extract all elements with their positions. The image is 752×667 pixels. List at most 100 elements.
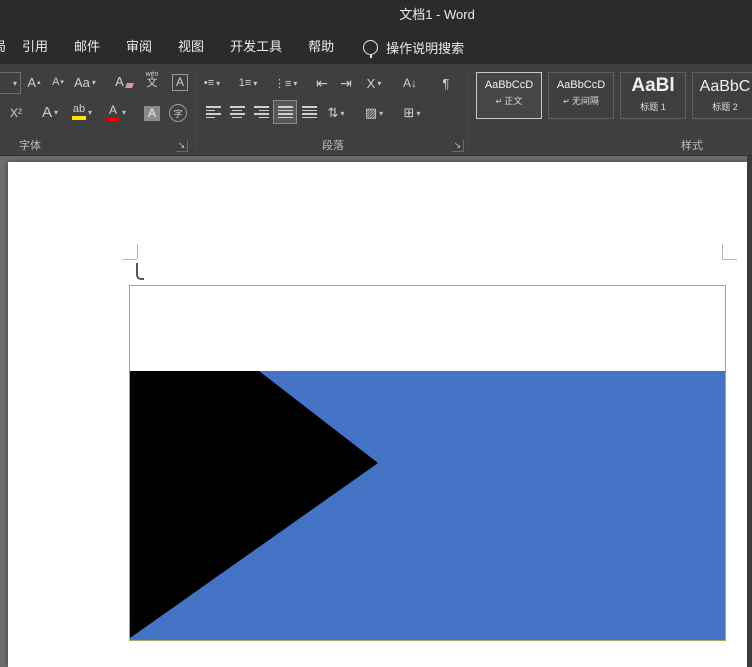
- style-normal[interactable]: AaBbCcD ↵正文: [476, 72, 542, 119]
- tab-mailings[interactable]: 邮件: [61, 30, 113, 64]
- numbering-button[interactable]: 1≡ ▾: [238, 71, 258, 95]
- style-name: 标题 2: [712, 102, 738, 112]
- change-case-button[interactable]: Aa ▾: [74, 70, 96, 94]
- title-bar: 文档1 - Word: [0, 0, 752, 30]
- chevron-down-icon: ▾: [92, 78, 96, 87]
- grow-font-button[interactable]: A▴: [24, 70, 44, 94]
- font-size-combo[interactable]: ▾: [0, 72, 21, 94]
- character-border-icon: A: [172, 74, 188, 91]
- sort-icon: A↓: [403, 76, 417, 90]
- word-window: 文档1 - Word 局 引用 邮件 审阅 视图 开发工具 帮助 操作说明搜索 …: [0, 0, 752, 667]
- style-preview: AaBbCcD: [549, 79, 613, 91]
- tab-view[interactable]: 视图: [165, 30, 217, 64]
- align-left-button[interactable]: [202, 101, 224, 123]
- style-label: 标题 1: [621, 100, 685, 113]
- align-right-button[interactable]: [250, 101, 272, 123]
- enclosed-char: 字: [173, 107, 182, 120]
- superscript-icon: X²: [10, 106, 22, 120]
- show-marks-button[interactable]: ¶: [436, 71, 456, 95]
- phonetic-guide-button[interactable]: wén 文: [142, 68, 162, 92]
- tellme-search[interactable]: 操作说明搜索: [363, 38, 464, 57]
- line-spacing-icon: ⇅: [328, 105, 339, 121]
- numbering-icon: 1≡: [239, 77, 252, 89]
- window-title: 文档1 - Word: [0, 0, 752, 30]
- align-center-icon: [230, 106, 245, 118]
- style-heading1[interactable]: AaBl 标题 1: [620, 72, 686, 119]
- align-center-button[interactable]: [226, 101, 248, 123]
- character-shading-button[interactable]: A: [142, 101, 162, 125]
- phonetic-char: 文: [147, 78, 158, 89]
- highlight-color-button[interactable]: ab ▾: [72, 100, 92, 124]
- tab-developer[interactable]: 开发工具: [217, 30, 295, 64]
- paragraph-return-icon: ↵: [563, 97, 570, 106]
- chevron-down-icon: ▾: [13, 79, 17, 88]
- decrease-indent-icon: ⇤: [316, 75, 328, 92]
- font-dialog-launcher-icon[interactable]: ↘: [176, 140, 188, 152]
- pilcrow-icon: ¶: [443, 76, 450, 91]
- margin-corner-mark: [122, 259, 137, 260]
- style-label: 标题 2: [693, 100, 752, 113]
- chevron-down-icon: ▾: [122, 108, 126, 117]
- font-color-bar: [106, 117, 120, 121]
- group-divider: [468, 70, 469, 148]
- tab-review[interactable]: 审阅: [113, 30, 165, 64]
- page[interactable]: [8, 162, 747, 667]
- character-shading-icon: A: [144, 106, 160, 121]
- sort-button[interactable]: A↓: [400, 71, 420, 95]
- distribute-button[interactable]: [298, 101, 320, 123]
- bullets-button[interactable]: •≡ ▾: [202, 71, 222, 95]
- justify-icon: [278, 106, 293, 118]
- scrollbar-track[interactable]: [747, 156, 752, 667]
- style-preview: AaBl: [621, 75, 685, 97]
- margin-corner-mark: [722, 259, 737, 260]
- style-name: 无间隔: [572, 96, 599, 106]
- style-preview: AaBbCcD: [477, 79, 541, 91]
- document-area[interactable]: [0, 156, 752, 667]
- font-group: ▾ A▴ A▾ Aa ▾ A wén 文: [0, 64, 196, 155]
- justify-button[interactable]: [274, 101, 296, 123]
- ribbon: ▾ A▴ A▾ Aa ▾ A wén 文: [0, 64, 752, 156]
- style-no-spacing[interactable]: AaBbCcD ↵无间隔: [548, 72, 614, 119]
- borders-button[interactable]: ⊞ ▾: [402, 101, 422, 125]
- style-heading2[interactable]: AaBbC 标题 2: [692, 72, 752, 119]
- group-divider: [196, 70, 197, 148]
- margin-corner-mark: [722, 244, 723, 259]
- enclose-characters-button[interactable]: 字: [168, 101, 188, 125]
- drawing-canvas[interactable]: [129, 285, 726, 641]
- flag-image[interactable]: [130, 286, 725, 640]
- clear-formatting-button[interactable]: A: [114, 69, 134, 93]
- character-border-button[interactable]: A: [170, 70, 190, 94]
- paragraph-dialog-launcher-icon[interactable]: ↘: [452, 140, 464, 152]
- style-label: ↵正文: [477, 94, 541, 107]
- multilevel-list-button[interactable]: ⋮≡ ▾: [274, 71, 297, 95]
- styles-group: AaBbCcD ↵正文 AaBbCcD ↵无间隔 AaBl 标题 1 AaBbC: [470, 64, 752, 155]
- tab-layout-partial[interactable]: 局: [0, 30, 9, 64]
- insertion-cursor: [136, 263, 144, 280]
- style-label: ↵无间隔: [549, 94, 613, 107]
- chevron-down-icon: ▾: [340, 109, 344, 118]
- ribbon-tab-row: 局 引用 邮件 审阅 视图 开发工具 帮助 操作说明搜索: [0, 30, 752, 64]
- style-name: 正文: [504, 96, 522, 106]
- asian-layout-button[interactable]: X ▾: [364, 71, 384, 95]
- paragraph-return-icon: ↵: [496, 97, 503, 106]
- bullets-icon: •≡: [204, 77, 214, 89]
- shading-icon: ▨: [365, 105, 377, 121]
- chevron-down-icon: ▾: [253, 79, 257, 88]
- style-preview: AaBbC: [693, 77, 752, 97]
- shading-button[interactable]: ▨ ▾: [364, 101, 384, 125]
- paragraph-group: •≡ ▾ 1≡ ▾ ⋮≡ ▾ ⇤ ⇥ X ▾ A↓: [200, 64, 466, 155]
- tab-references[interactable]: 引用: [9, 30, 61, 64]
- shrink-font-button[interactable]: A▾: [48, 70, 68, 94]
- text-effects-button[interactable]: A ▾: [40, 100, 60, 124]
- superscript-button[interactable]: X²: [6, 101, 26, 125]
- font-color-button[interactable]: A ▾: [106, 100, 126, 124]
- up-arrow-icon: ▴: [37, 78, 41, 86]
- decrease-indent-button[interactable]: ⇤: [312, 71, 332, 95]
- line-spacing-button[interactable]: ⇅ ▾: [326, 101, 346, 125]
- borders-icon: ⊞: [404, 105, 415, 121]
- style-name: 标题 1: [640, 102, 666, 112]
- chevron-down-icon: ▾: [216, 79, 220, 88]
- increase-indent-button[interactable]: ⇥: [336, 71, 356, 95]
- font-color-letter: A: [109, 104, 117, 116]
- tab-help[interactable]: 帮助: [295, 30, 347, 64]
